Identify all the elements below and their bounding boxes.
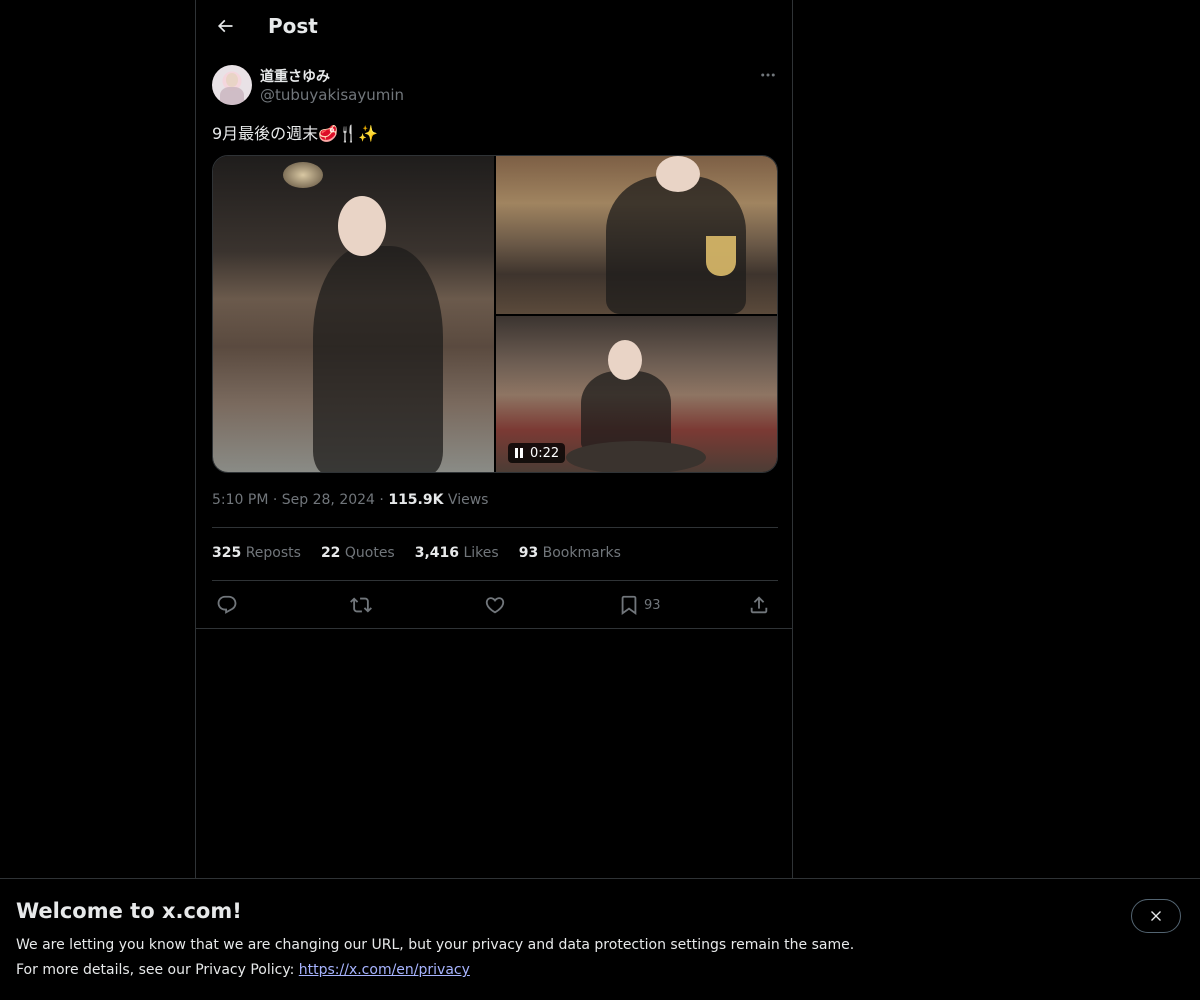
video-duration: 0:22 bbox=[530, 445, 560, 461]
reposts-label: Repost bbox=[245, 545, 294, 561]
quotes-count: 22 bbox=[320, 545, 341, 561]
tweet-meta: 5:10 PM · Sep 28, 2024 · 115.9K Views bbox=[212, 492, 488, 508]
author-handle[interactable]: @tubuyakisayumin bbox=[260, 86, 404, 104]
repost-button[interactable] bbox=[350, 592, 372, 618]
top-bar: Post bbox=[196, 0, 792, 53]
avatar[interactable] bbox=[212, 65, 252, 105]
media-grid: 0:22 bbox=[212, 155, 778, 473]
share-icon bbox=[750, 596, 768, 614]
action-bar: 93 bbox=[212, 592, 778, 618]
pause-icon bbox=[515, 448, 523, 458]
banner-title: Welcome to x.com! bbox=[16, 899, 242, 923]
bookmarks-label: Bookmarks bbox=[542, 545, 621, 561]
avatar-body bbox=[220, 87, 244, 105]
photo-person bbox=[313, 246, 443, 472]
table bbox=[566, 441, 706, 472]
reposts-stat[interactable]: 325 Reposts bbox=[212, 545, 301, 561]
tweet-date[interactable]: Sep 28, 2024 bbox=[282, 492, 375, 508]
reposts-count: 325 bbox=[212, 545, 242, 561]
banner-message: We are letting you know that we are chan… bbox=[16, 937, 855, 953]
more-button[interactable] bbox=[756, 64, 780, 86]
bookmark-icon bbox=[621, 595, 637, 616]
primary-column: Post 道重さゆみ @tubuyakisayumin 9月最後の週末🥩🍴✨ 0… bbox=[195, 0, 793, 878]
more-icon bbox=[761, 73, 775, 77]
video-face bbox=[608, 340, 642, 380]
video-person bbox=[581, 371, 671, 451]
views-label: Views bbox=[447, 492, 489, 508]
reply-icon bbox=[217, 595, 237, 614]
welcome-banner: Welcome to x.com! We are letting you kno… bbox=[0, 878, 1200, 1000]
divider bbox=[212, 580, 778, 581]
likes-stat[interactable]: 3,416 Likes bbox=[415, 545, 499, 561]
views-count: 115.9K bbox=[388, 492, 444, 508]
divider bbox=[212, 527, 778, 528]
privacy-policy-link[interactable]: https://x.com/en/privacy bbox=[299, 962, 470, 978]
wine-glass bbox=[706, 236, 736, 276]
tweet-text-body: 9月最後の週末 bbox=[212, 124, 319, 143]
photo-face bbox=[656, 156, 700, 192]
bookmark-button[interactable]: 93 bbox=[618, 592, 661, 618]
photo-top-right[interactable] bbox=[496, 156, 777, 314]
avatar-face bbox=[226, 73, 238, 87]
photo-main[interactable] bbox=[213, 156, 494, 472]
banner-details: For more details, see our Privacy Policy… bbox=[16, 962, 470, 978]
photo-face bbox=[338, 196, 386, 256]
engagement-stats: 325 Reposts 22 Quotes 3,416 Likes 93 Boo… bbox=[212, 545, 621, 561]
tweet-text: 9月最後の週末🥩🍴✨ bbox=[212, 120, 378, 144]
close-banner-button[interactable] bbox=[1131, 899, 1181, 933]
quotes-label: Quotes bbox=[344, 545, 395, 561]
like-button[interactable] bbox=[484, 592, 506, 618]
video-duration-badge[interactable]: 0:22 bbox=[508, 443, 566, 463]
quotes-stat[interactable]: 22 Quotes bbox=[321, 545, 395, 561]
back-arrow-icon bbox=[217, 19, 233, 33]
chandelier bbox=[283, 162, 323, 188]
meta-separator: · bbox=[379, 492, 384, 508]
close-icon bbox=[1151, 911, 1161, 921]
likes-label: Likes bbox=[463, 545, 499, 561]
divider bbox=[196, 628, 792, 629]
reposts-label-suffix: s bbox=[293, 545, 301, 561]
bookmark-count: 93 bbox=[644, 597, 661, 613]
bookmarks-stat[interactable]: 93 Bookmarks bbox=[519, 545, 621, 561]
likes-count: 3,416 bbox=[414, 545, 460, 561]
repost-icon bbox=[350, 597, 372, 613]
tweet-time[interactable]: 5:10 PM bbox=[212, 492, 268, 508]
author-display-name[interactable]: 道重さゆみ bbox=[260, 66, 330, 86]
banner-details-prefix: For more details, see our Privacy Policy… bbox=[16, 962, 295, 978]
reply-button[interactable] bbox=[216, 592, 238, 618]
back-button[interactable] bbox=[208, 9, 242, 43]
meta-separator: · bbox=[272, 492, 278, 508]
tweet-emojis: 🥩🍴✨ bbox=[318, 124, 378, 143]
bookmarks-count: 93 bbox=[518, 545, 539, 561]
like-icon bbox=[485, 597, 505, 614]
page-title: Post bbox=[268, 14, 318, 38]
share-button[interactable] bbox=[748, 592, 770, 618]
